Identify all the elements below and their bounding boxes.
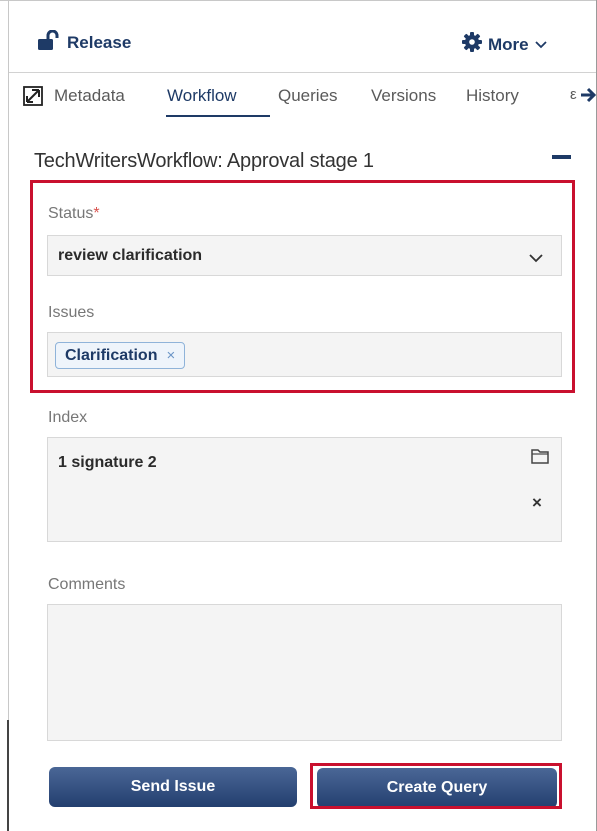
- frame-top-border: [0, 0, 597, 1]
- more-menu-button[interactable]: More: [462, 32, 547, 57]
- issues-field[interactable]: Clarification ×: [47, 332, 562, 377]
- tab-versions[interactable]: Versions: [371, 86, 436, 106]
- index-value: 1 signature 2: [58, 454, 157, 471]
- chevron-down-icon: [529, 250, 543, 268]
- workflow-stage-title: TechWritersWorkflow: Approval stage 1: [34, 150, 374, 172]
- send-issue-button[interactable]: Send Issue: [49, 767, 297, 807]
- tab-overflow: ε: [570, 86, 577, 103]
- frame-left-accent: [7, 720, 9, 831]
- comments-textarea[interactable]: [47, 604, 562, 741]
- remove-icon[interactable]: ×: [532, 493, 542, 513]
- frame-left-border: [8, 0, 9, 831]
- header-divider: [9, 72, 596, 73]
- index-field: 1 signature 2 ×: [47, 437, 562, 542]
- expand-icon[interactable]: [23, 86, 43, 111]
- status-label: Status*: [48, 205, 100, 222]
- index-label: Index: [48, 409, 88, 426]
- unlock-icon: [37, 29, 61, 55]
- collapse-button[interactable]: [552, 155, 571, 159]
- release-button[interactable]: Release: [37, 29, 132, 55]
- status-value: review clarification: [58, 247, 203, 264]
- comments-label: Comments: [48, 576, 126, 593]
- chevron-down-icon: [534, 36, 547, 54]
- tab-queries[interactable]: Queries: [278, 86, 338, 106]
- tab-history[interactable]: History: [466, 86, 519, 106]
- issue-chip-label: Clarification: [65, 346, 158, 364]
- status-dropdown[interactable]: review clarification: [47, 235, 562, 276]
- issues-label: Issues: [48, 304, 95, 321]
- highlight-box-create-query: [310, 763, 562, 809]
- tab-bar: Metadata Workflow Queries Versions Histo…: [9, 74, 597, 120]
- tab-metadata[interactable]: Metadata: [54, 86, 125, 106]
- folder-icon[interactable]: [531, 448, 549, 469]
- more-label: More: [488, 34, 529, 54]
- active-tab-indicator: [166, 115, 270, 117]
- issue-chip: Clarification ×: [55, 342, 186, 369]
- gear-icon: [462, 32, 482, 57]
- required-marker: *: [93, 205, 100, 222]
- arrow-right-icon[interactable]: [580, 87, 597, 108]
- release-label: Release: [67, 32, 132, 52]
- panel-header: Release More: [9, 18, 596, 72]
- chip-remove-icon[interactable]: ×: [166, 347, 175, 364]
- tab-workflow[interactable]: Workflow: [167, 86, 237, 106]
